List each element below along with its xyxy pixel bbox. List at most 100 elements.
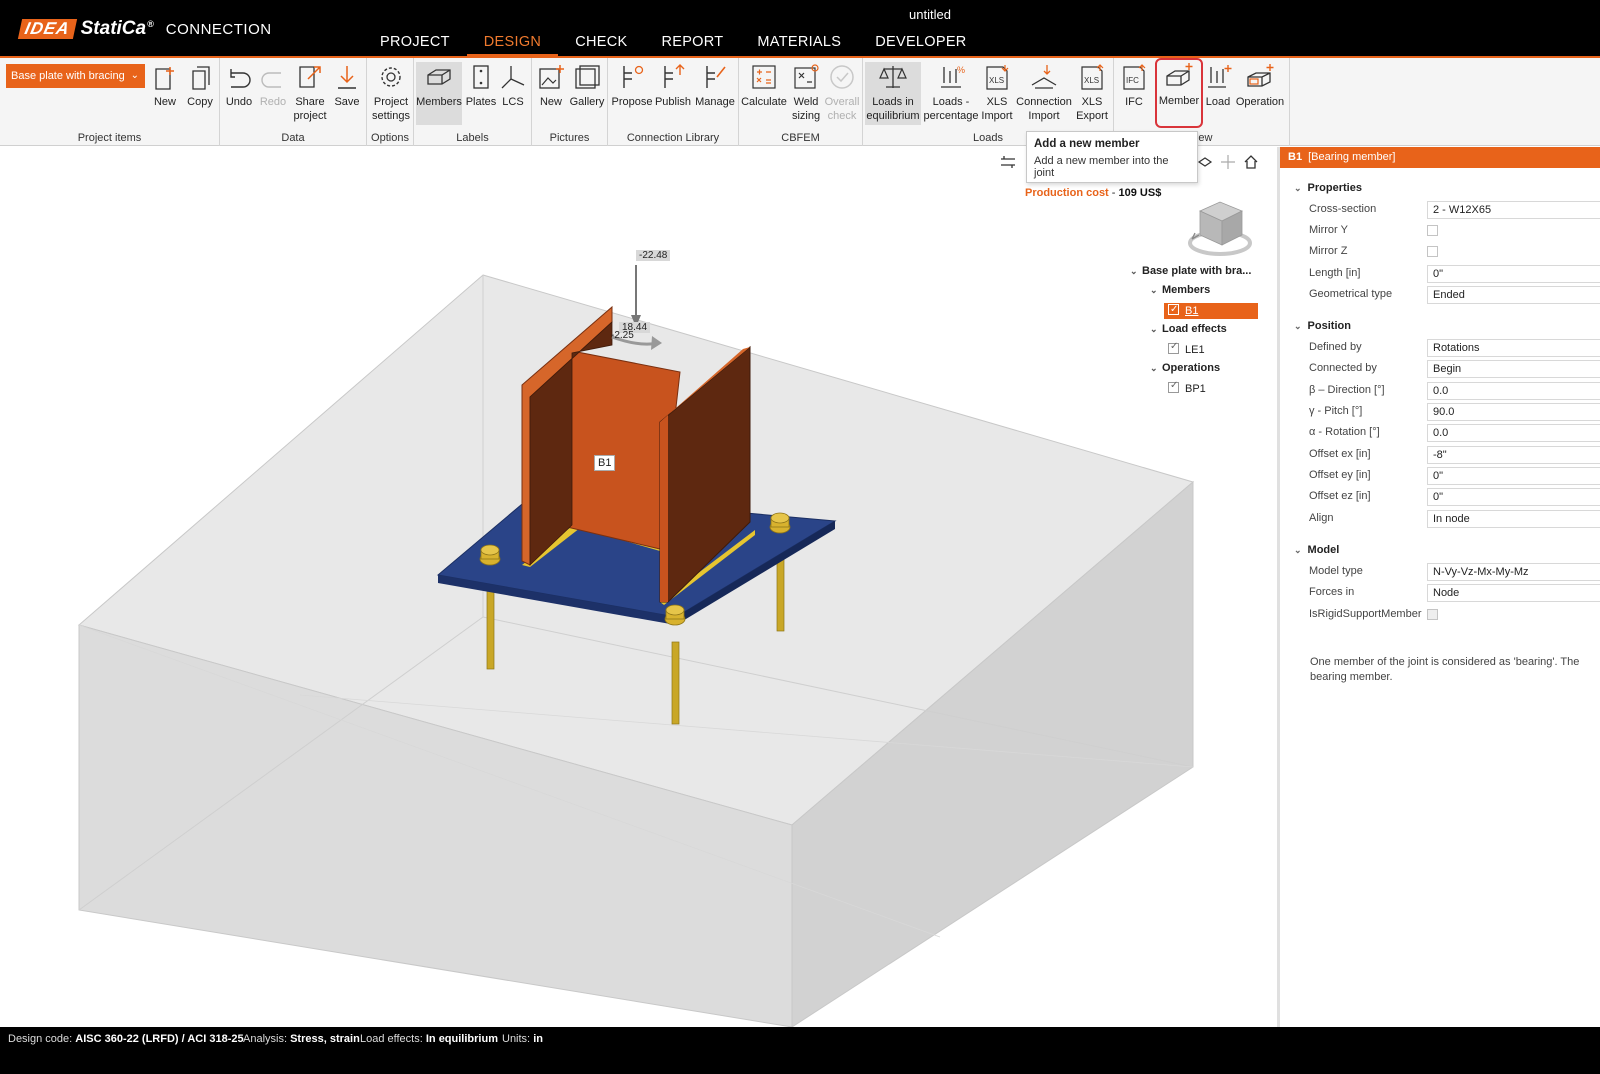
tree-root[interactable]: ⌄ Base plate with bra... bbox=[1130, 265, 1251, 277]
plates-labels-toggle[interactable]: Plates bbox=[466, 62, 496, 109]
tree-operations-header[interactable]: ⌄ Operations bbox=[1150, 362, 1220, 374]
loads-percentage-toggle[interactable]: % Loads - percentage bbox=[923, 62, 979, 123]
copy-icon bbox=[185, 62, 215, 92]
ifc-button[interactable]: IFC IFC bbox=[1118, 62, 1150, 109]
new-item-label: New bbox=[153, 96, 176, 108]
xls-import-button[interactable]: XLS XLS Import bbox=[979, 62, 1015, 123]
overall-check-button[interactable]: Overall check bbox=[823, 62, 861, 123]
undo-button[interactable]: Undo bbox=[224, 62, 254, 109]
manage-button[interactable]: Manage bbox=[694, 62, 736, 109]
connected-by-select[interactable]: Begin bbox=[1427, 360, 1600, 378]
tree-members-header[interactable]: ⌄ Members bbox=[1150, 284, 1210, 296]
prop-gamma-label: γ - Pitch [°] bbox=[1309, 405, 1363, 417]
model-type-select[interactable]: N-Vy-Vz-Mx-My-Mz bbox=[1427, 563, 1600, 581]
fit-view-icon[interactable] bbox=[999, 153, 1017, 171]
home-view-icon[interactable] bbox=[1242, 153, 1260, 171]
prop-connected-by-label: Connected by bbox=[1309, 362, 1377, 374]
propose-icon bbox=[617, 62, 647, 92]
menu-tab-design[interactable]: DESIGN bbox=[466, 34, 559, 57]
prop-cross-section-label: Cross-section bbox=[1309, 203, 1377, 215]
length-field[interactable]: 0" bbox=[1427, 265, 1600, 283]
add-load-button[interactable]: Load bbox=[1202, 62, 1234, 109]
tree-load-effects-header[interactable]: ⌄ Load effects bbox=[1150, 323, 1227, 335]
menu-tab-project[interactable]: PROJECT bbox=[363, 34, 467, 56]
new-item-button[interactable]: New bbox=[150, 62, 180, 109]
gallery-button[interactable]: Gallery bbox=[569, 62, 605, 109]
tree-item-b1[interactable]: B1 bbox=[1164, 302, 1258, 319]
weld-sizing-label: Weld sizing bbox=[791, 96, 821, 122]
copy-button[interactable]: Copy bbox=[185, 62, 215, 109]
status-design-code-value: AISC 360-22 (LRFD) / ACI 318-25 bbox=[75, 1033, 244, 1045]
members-labels-toggle[interactable]: Members bbox=[416, 62, 462, 125]
xls-export-button[interactable]: XLS XLS Export bbox=[1074, 62, 1110, 123]
prop-align: Align In node bbox=[1309, 510, 1600, 528]
save-button[interactable]: Save bbox=[332, 62, 362, 109]
section-model[interactable]: ⌄ Model bbox=[1294, 544, 1339, 556]
tree-item-bp1-label: BP1 bbox=[1185, 383, 1206, 395]
properties-panel: B1 [Bearing member] ⌄ Properties Cross-sec… bbox=[1277, 147, 1600, 1027]
prop-offset-ez: Offset ez [in] 0" bbox=[1309, 488, 1600, 506]
ribbon-group-options: Project settings Options bbox=[367, 58, 414, 146]
forces-in-select[interactable]: Node bbox=[1427, 584, 1600, 602]
alpha-rotation-field[interactable]: 0.0 bbox=[1427, 424, 1600, 442]
lcs-labels-toggle[interactable]: LCS bbox=[498, 62, 528, 109]
project-settings-button[interactable]: Project settings bbox=[370, 62, 412, 123]
beta-direction-field[interactable]: 0.0 bbox=[1427, 382, 1600, 400]
mirror-y-checkbox[interactable] bbox=[1427, 225, 1438, 236]
project-item-dropdown[interactable]: Base plate with bracing ⌄ bbox=[6, 64, 145, 88]
tree-item-b1-label: B1 bbox=[1185, 305, 1199, 317]
publish-button[interactable]: Publish bbox=[654, 62, 692, 109]
title-bar: IDEA StatiCa® CONNECTION untitled PROJEC… bbox=[0, 0, 1600, 57]
gamma-pitch-field[interactable]: 90.0 bbox=[1427, 403, 1600, 421]
align-select[interactable]: In node bbox=[1427, 510, 1600, 528]
connection-3d-scene[interactable] bbox=[0, 147, 1274, 1027]
connection-import-label: Connection Import bbox=[1016, 96, 1072, 122]
ribbon-group-project-items: Base plate with bracing ⌄ New Copy Proje… bbox=[0, 58, 220, 146]
new-picture-button[interactable]: New bbox=[535, 62, 567, 109]
offset-ex-field[interactable]: -8" bbox=[1427, 446, 1600, 464]
menu-tab-developer[interactable]: DEVELOPER bbox=[858, 34, 983, 56]
tree-root-label: Base plate with bra... bbox=[1142, 265, 1252, 277]
connection-import-button[interactable]: Connection Import bbox=[1015, 62, 1073, 123]
status-bar: Design code: AISC 360-22 (LRFD) / ACI 31… bbox=[0, 1027, 1600, 1074]
new-operation-icon bbox=[1245, 62, 1275, 92]
prop-offset-ez-label: Offset ez [in] bbox=[1309, 490, 1371, 502]
gear-icon bbox=[376, 62, 406, 92]
tree-item-b1-checkbox[interactable] bbox=[1168, 302, 1179, 318]
prop-is-rigid-support: IsRigidSupportMember bbox=[1309, 606, 1600, 624]
menu-tab-report[interactable]: REPORT bbox=[644, 34, 740, 56]
loads-in-equilibrium-toggle[interactable]: Loads in equilibrium bbox=[865, 62, 921, 125]
tree-item-le1-checkbox[interactable] bbox=[1168, 341, 1179, 354]
is-rigid-support-checkbox[interactable] bbox=[1427, 609, 1438, 620]
share-project-button[interactable]: Share project bbox=[292, 62, 328, 123]
add-operation-button[interactable]: Operation bbox=[1234, 62, 1286, 109]
tree-item-le1[interactable]: LE1 bbox=[1168, 341, 1205, 356]
calculate-button[interactable]: Calculate bbox=[741, 62, 787, 109]
add-member-button[interactable]: Member bbox=[1155, 58, 1203, 128]
loads-percentage-icon: % bbox=[936, 62, 966, 92]
tree-item-bp1-checkbox[interactable] bbox=[1168, 380, 1179, 393]
3d-viewport[interactable]: -22.48 18.44 -2.25 B1 Production cost - … bbox=[0, 147, 1274, 1027]
menu-tab-materials[interactable]: MATERIALS bbox=[740, 34, 858, 56]
chevron-down-icon: ⌄ bbox=[130, 70, 139, 81]
cross-section-field[interactable]: 2 - W12X65 bbox=[1427, 201, 1600, 219]
weld-sizing-button[interactable]: Weld sizing bbox=[789, 62, 823, 123]
menu-tab-check[interactable]: CHECK bbox=[558, 34, 644, 56]
member-label-b1[interactable]: B1 bbox=[594, 455, 616, 471]
geometrical-type-select[interactable]: Ended bbox=[1427, 286, 1600, 304]
tree-item-bp1[interactable]: BP1 bbox=[1168, 380, 1206, 395]
view-mode-icon[interactable] bbox=[1196, 153, 1214, 171]
redo-button[interactable]: Redo bbox=[258, 62, 288, 109]
offset-ey-field[interactable]: 0" bbox=[1427, 467, 1600, 485]
move-view-icon[interactable] bbox=[1219, 153, 1237, 171]
property-description: One member of the joint is considered as… bbox=[1310, 656, 1580, 683]
offset-ez-field[interactable]: 0" bbox=[1427, 488, 1600, 506]
section-position[interactable]: ⌄ Position bbox=[1294, 320, 1351, 332]
chevron-down-icon: ⌄ bbox=[1294, 321, 1302, 331]
defined-by-select[interactable]: Rotations bbox=[1427, 339, 1600, 357]
navigation-cube[interactable] bbox=[1186, 197, 1254, 261]
share-icon bbox=[295, 62, 325, 92]
propose-button[interactable]: Propose bbox=[611, 62, 653, 109]
section-properties[interactable]: ⌄ Properties bbox=[1294, 182, 1362, 194]
mirror-z-checkbox[interactable] bbox=[1427, 246, 1438, 257]
